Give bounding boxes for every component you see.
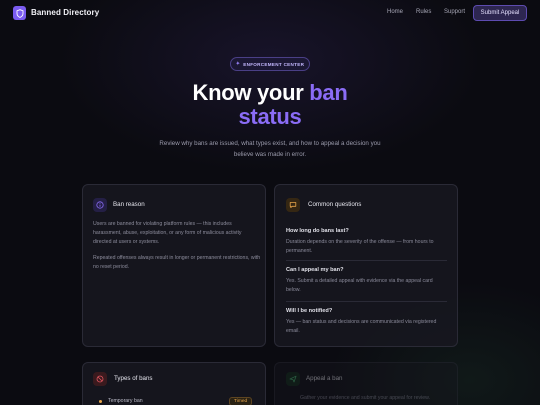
- title-plain-text: Know your: [192, 80, 310, 105]
- types-of-bans-title: Types of bans: [114, 375, 153, 382]
- divider: [286, 260, 447, 261]
- faq-question[interactable]: How long do bans last?: [286, 228, 349, 234]
- faq-answer: Duration depends on the severity of the …: [286, 239, 434, 254]
- page-title: Know your ban status: [0, 81, 540, 129]
- submit-appeal-button[interactable]: Submit Appeal: [473, 5, 527, 21]
- ban-icon: [93, 372, 107, 386]
- bullet-dot: [99, 400, 102, 403]
- info-icon: [93, 198, 107, 212]
- nav-link-rules[interactable]: Rules: [416, 9, 431, 15]
- faq-question[interactable]: Will I be notified?: [286, 308, 332, 314]
- send-icon: [286, 372, 300, 386]
- appeal-card: Appeal a ban Gather your evidence and su…: [274, 362, 458, 405]
- ban-reason-paragraph-2: Repeated offenses always result in longe…: [93, 255, 261, 270]
- badge-label: ENFORCEMENT CENTER: [243, 61, 305, 67]
- chat-icon: [286, 198, 300, 212]
- ban-reason-title: Ban reason: [113, 201, 145, 208]
- ban-reason-card: Ban reason Users are banned for violatin…: [82, 184, 266, 347]
- nav-link-support[interactable]: Support: [444, 9, 465, 15]
- page-subtitle: Review why bans are issued, what types e…: [159, 140, 381, 158]
- brand-name[interactable]: Banned Directory: [31, 8, 99, 17]
- ban-reason-paragraph-1: Users are banned for violating platform …: [93, 221, 242, 245]
- enforcement-center-badge: ✦ ENFORCEMENT CENTER: [230, 57, 310, 71]
- timed-tag: Timed: [229, 397, 253, 405]
- title-accent-text-2: status: [238, 104, 302, 129]
- faq-question[interactable]: Can I appeal my ban?: [286, 267, 344, 273]
- common-questions-card: Common questions How long do bans last? …: [274, 184, 458, 347]
- faq-answer: Yes. Submit a detailed appeal with evide…: [286, 278, 433, 293]
- nav-link-home[interactable]: Home: [387, 9, 403, 15]
- common-questions-title: Common questions: [308, 201, 362, 208]
- appeal-card-title: Appeal a ban: [306, 375, 343, 382]
- title-accent-text: ban: [309, 80, 348, 105]
- appeal-card-text: Gather your evidence and submit your app…: [300, 395, 431, 401]
- faq-answer: Yes — ban status and decisions are commu…: [286, 319, 437, 334]
- types-of-bans-card: Types of bans Temporary ban Timed: [82, 362, 266, 405]
- shield-logo-icon[interactable]: [13, 6, 26, 20]
- top-nav: Banned Directory Home Rules Support Subm…: [0, 0, 540, 27]
- divider: [286, 301, 447, 302]
- sparkle-icon: ✦: [235, 61, 241, 67]
